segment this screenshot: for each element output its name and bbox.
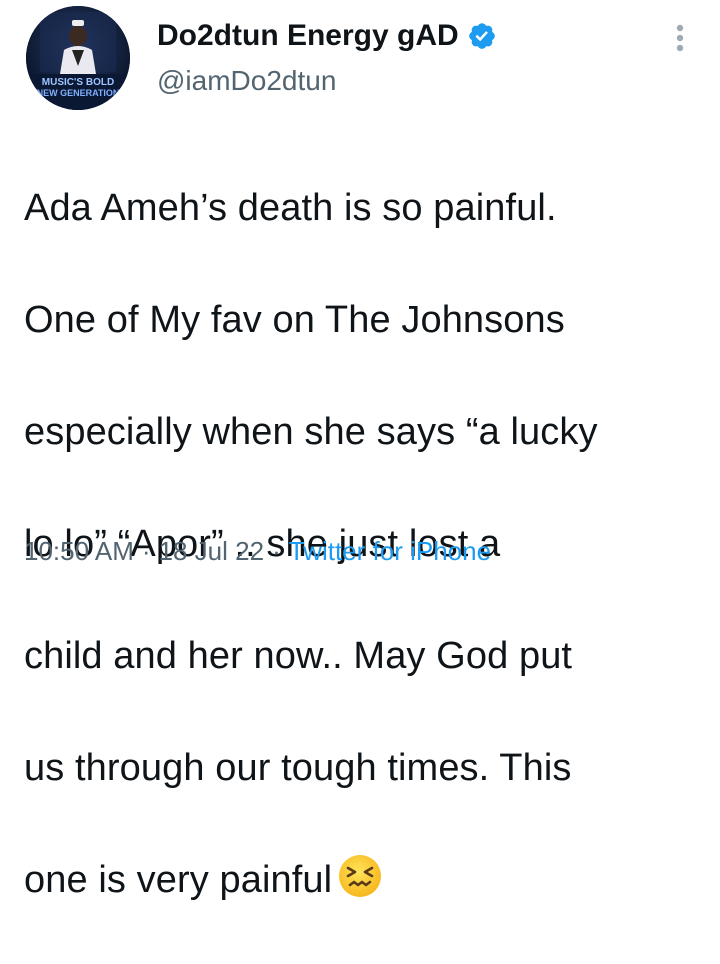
- tweet-card: MUSIC'S BOLD NEW GENERATION Do2dtun Ener…: [0, 0, 720, 901]
- tweet-text-line: One of My fav on The Johnsons: [24, 299, 565, 341]
- tweet-text-line: us through our tough times. This: [24, 747, 572, 789]
- tweet-meta: 10:50 AM · 18 Jul 22 · Twitter for iPhone: [24, 533, 491, 569]
- avatar-caption-line2: NEW GENERATION: [36, 88, 120, 98]
- tweet-text-line: one is very painful: [24, 859, 333, 901]
- meta-separator: ·: [272, 536, 281, 566]
- avatar-caption-line1: MUSIC'S BOLD: [41, 77, 115, 88]
- tweet-time[interactable]: 10:50 AM: [24, 536, 134, 566]
- tweet-text-line: child and her now.. May God put: [24, 635, 573, 677]
- tweet-date[interactable]: 18 Jul 22: [159, 536, 265, 566]
- verified-badge-icon: [467, 21, 497, 51]
- confounded-face-emoji-icon: [336, 852, 384, 900]
- display-name-text: Do2dtun Energy gAD: [157, 19, 459, 52]
- avatar[interactable]: MUSIC'S BOLD NEW GENERATION: [26, 6, 130, 110]
- tweet-source-link[interactable]: Twitter for iPhone: [289, 536, 491, 566]
- display-name[interactable]: Do2dtun Energy gAD: [157, 18, 497, 54]
- tweet-text-line: especially when she says “a lucky: [24, 411, 598, 453]
- author-handle[interactable]: @iamDo2dtun: [157, 64, 336, 98]
- tweet-text-line: Ada Ameh’s death is so painful.: [24, 187, 557, 229]
- more-options-icon[interactable]: [668, 20, 692, 56]
- tweet-text-last-line: one is very painful: [24, 852, 704, 908]
- meta-separator: ·: [141, 536, 151, 566]
